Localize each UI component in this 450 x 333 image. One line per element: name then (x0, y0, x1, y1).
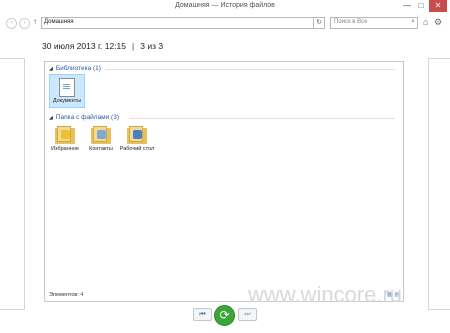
back-button[interactable]: ‹ (6, 18, 17, 29)
item-desktop[interactable]: Рабочий стол (119, 124, 155, 152)
window-title: Домашняя — История файлов (175, 2, 275, 9)
title-bar: Домашняя — История файлов — □ ✕ (0, 0, 450, 14)
group-header-folders[interactable]: ◢ Папка с файлами (3) (49, 114, 119, 121)
gear-icon[interactable]: ⚙ (434, 17, 442, 28)
close-button[interactable]: ✕ (429, 0, 447, 12)
minimize-button[interactable]: — (400, 0, 414, 12)
group-header-library[interactable]: ◢ Библиотека (1) (49, 65, 101, 72)
collapse-icon[interactable]: ◢ (49, 66, 53, 72)
document-library-icon (59, 78, 75, 97)
version-position: 3 из 3 (140, 41, 164, 51)
contacts-folder-icon (91, 126, 111, 144)
navigation-bar: ‹ › ↑ Домашняя ▾ ↻ Поиск в Все ⌕ ⌂ ⚙ (0, 14, 450, 31)
group-divider (105, 69, 395, 70)
status-bar: Элементов: 4 (49, 292, 83, 298)
previous-version-frame[interactable] (0, 58, 25, 310)
item-label: Избранное (51, 146, 79, 152)
forward-button[interactable]: › (19, 18, 30, 29)
file-panel: ◢ Библиотека (1) Документы ◢ Папка с файла… (44, 61, 404, 302)
item-contacts[interactable]: Контакты (83, 124, 119, 152)
version-date: 30 июля 2013 г. 12:15 (42, 41, 127, 51)
header-separator: | (132, 41, 135, 51)
previous-version-button[interactable]: ⏮ (193, 308, 212, 321)
next-version-frame[interactable] (428, 58, 450, 310)
group-divider (129, 118, 395, 119)
history-controls: ⏮ ⟳ ⏭ (193, 305, 259, 326)
refresh-button[interactable]: ↻ (313, 17, 325, 29)
address-text: Домашняя (44, 19, 74, 25)
item-favorites[interactable]: Избранное (47, 124, 83, 152)
item-label: Контакты (89, 146, 113, 152)
search-placeholder: Поиск в Все (334, 19, 368, 25)
desktop-folder-icon (127, 126, 147, 144)
search-icon[interactable]: ⌕ (411, 18, 415, 26)
next-version-button[interactable]: ⏭ (238, 308, 257, 321)
up-icon[interactable]: ↑ (33, 17, 37, 26)
item-count: 4 (80, 292, 84, 298)
item-label: Рабочий стол (119, 146, 155, 152)
collapse-icon[interactable]: ◢ (49, 115, 53, 121)
item-documents[interactable]: Документы (49, 74, 85, 108)
home-icon[interactable]: ⌂ (423, 17, 428, 27)
address-bar[interactable]: Домашняя ▾ (41, 17, 323, 29)
search-input[interactable]: Поиск в Все ⌕ (330, 17, 418, 29)
version-header: 30 июля 2013 г. 12:15 | 3 из 3 (42, 41, 163, 51)
restore-button[interactable]: ⟳ (214, 305, 235, 326)
item-label: Документы (52, 98, 82, 104)
maximize-button[interactable]: □ (414, 0, 428, 12)
star-folder-icon (55, 126, 75, 144)
watermark: www.wincore.ru (248, 282, 403, 307)
status-label: Элементов: (49, 292, 79, 298)
